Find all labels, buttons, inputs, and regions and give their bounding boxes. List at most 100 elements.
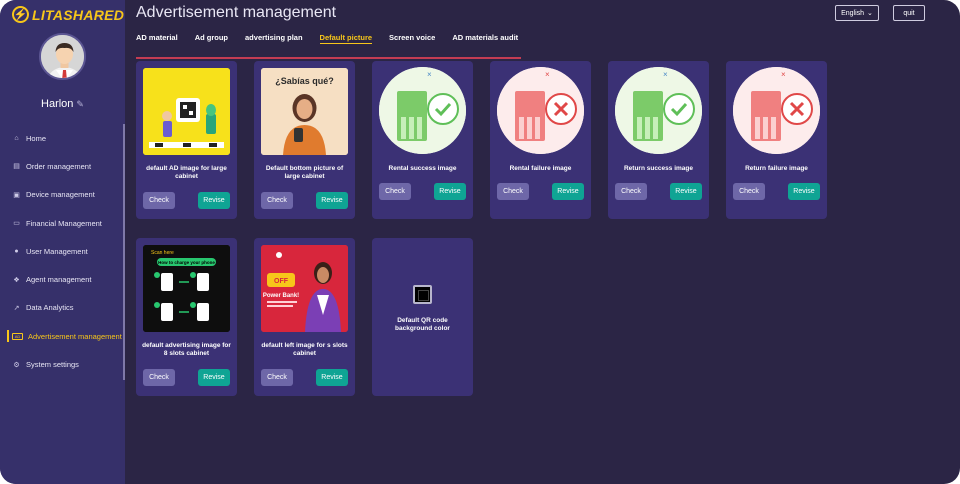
avatar[interactable] (39, 33, 86, 80)
revise-button[interactable]: Revise (316, 192, 348, 209)
check-button[interactable]: Check (261, 192, 293, 209)
card-label: default AD image for large cabinet (146, 165, 227, 180)
sidebar-item-label: Financial Management (26, 218, 102, 228)
power-bank-promo-icon: OFF Power Bank! (261, 245, 348, 332)
user-avatar-icon (41, 35, 84, 78)
charging-guide-icon: Scan here How to charge your phone (143, 245, 230, 332)
agent-icon: ❖ (13, 276, 20, 284)
language-select[interactable]: English ⌄ (835, 5, 879, 21)
device-icon: ▣ (13, 191, 20, 199)
sidebar-item-label: Advertisement management (28, 331, 122, 341)
tab-ad-group[interactable]: Ad group (195, 32, 228, 52)
tab-advertising-plan[interactable]: advertising plan (245, 32, 303, 52)
check-button[interactable]: Check (497, 183, 529, 200)
svg-text:·: · (452, 76, 454, 83)
chevron-down-icon: ⌄ (867, 10, 873, 17)
sidebar-item-label: Data Analytics (26, 303, 74, 313)
return-success-thumbnail[interactable]: × (615, 67, 702, 154)
default-picture-card: Scan here How to charge your phone defau… (136, 238, 237, 396)
tab-bar: AD material Ad group advertising plan De… (136, 32, 535, 58)
check-button[interactable]: Check (143, 369, 175, 386)
revise-button[interactable]: Revise (434, 183, 466, 200)
success-check-icon: × (615, 67, 702, 154)
sidebar-item-system-settings[interactable]: ⚙ System settings (0, 350, 125, 378)
success-check-icon: ×· (379, 67, 466, 154)
gear-icon: ⚙ (13, 361, 20, 369)
sidebar-item-order-management[interactable]: ▤ Order management (0, 152, 125, 180)
how-to-charge-text: How to charge your phone (158, 260, 215, 265)
language-label: English (841, 9, 865, 17)
check-button[interactable]: Check (143, 192, 175, 209)
quit-button[interactable]: quit (893, 5, 925, 21)
check-button[interactable]: Check (615, 183, 647, 200)
username: Harlon ✎ (0, 98, 125, 110)
revise-button[interactable]: Revise (552, 183, 584, 200)
card-label: Default bottom picture of large cabinet (265, 165, 344, 180)
revise-button[interactable]: Revise (198, 192, 230, 209)
svg-text:OFF: OFF (274, 278, 289, 285)
logo: ⚡ LITASHARED (12, 6, 124, 23)
finance-icon: ▭ (13, 220, 20, 228)
revise-button[interactable]: Revise (788, 183, 820, 200)
tab-ad-material[interactable]: AD material (136, 32, 178, 52)
card-label: Rental failure image (509, 165, 572, 172)
sidebar-item-agent-management[interactable]: ❖ Agent management (0, 265, 125, 293)
sidebar-item-device-management[interactable]: ▣ Device management (0, 181, 125, 209)
sidebar-item-label: Agent management (26, 275, 92, 285)
default-picture-card: × Rental failure image Check Revise (490, 61, 591, 219)
tab-ad-materials-audit[interactable]: AD materials audit (452, 32, 518, 52)
return-failure-thumbnail[interactable]: × (733, 67, 820, 154)
tab-default-picture[interactable]: Default picture (319, 32, 372, 52)
sidebar-item-label: Device management (26, 190, 95, 200)
revise-button[interactable]: Revise (198, 369, 230, 386)
chart-icon: ↗ (13, 304, 20, 312)
rental-success-thumbnail[interactable]: × · (379, 67, 466, 154)
username-text: Harlon (41, 98, 74, 110)
app-window: ⚡ LITASHARED Harlon ✎ ⌂ Home ▤ Order man… (0, 0, 960, 484)
logo-text: LITASHARED (32, 6, 125, 23)
sidebar-item-home[interactable]: ⌂ Home (0, 124, 125, 152)
default-picture-card: OFF Power Bank! default left image for s… (254, 238, 355, 396)
check-button[interactable]: Check (379, 183, 411, 200)
sidebar-menu: ⌂ Home ▤ Order management ▣ Device manag… (0, 124, 125, 379)
qr-color-swatch[interactable] (413, 285, 432, 304)
ad-image-thumbnail[interactable]: Scan here How to charge your phone (143, 245, 230, 332)
order-icon: ▤ (13, 163, 20, 171)
ad-image-thumbnail[interactable]: OFF Power Bank! (261, 245, 348, 332)
ad-image-thumbnail[interactable]: ¿Sabías qué? (261, 68, 348, 155)
rental-failure-thumbnail[interactable]: × (497, 67, 584, 154)
sidebar: ⚡ LITASHARED Harlon ✎ ⌂ Home ▤ Order man… (0, 0, 125, 484)
sidebar-item-label: User Management (26, 246, 88, 256)
default-picture-card: × · Rental success image Check Revise (372, 61, 473, 219)
ad-image-thumbnail[interactable] (143, 68, 230, 155)
sidebar-scrollbar[interactable] (123, 124, 125, 380)
power-bank-text: Power Bank! (263, 293, 299, 299)
default-picture-card: default AD image for large cabinet Check… (136, 61, 237, 219)
card-label: Default QR code background color (395, 317, 450, 332)
scan-here-text: Scan here (151, 250, 174, 256)
ad-icon: AD (12, 332, 23, 340)
default-picture-card: ¿Sabías qué? Default bottom picture of l… (254, 61, 355, 219)
card-label: default left image for s slots cabinet (261, 342, 348, 357)
edit-icon[interactable]: ✎ (76, 99, 84, 109)
svg-text:×: × (545, 70, 550, 79)
default-picture-card: × Return success image Check Revise (608, 61, 709, 219)
sidebar-item-label: Order management (26, 161, 92, 171)
check-button[interactable]: Check (261, 369, 293, 386)
revise-button[interactable]: Revise (316, 369, 348, 386)
revise-button[interactable]: Revise (670, 183, 702, 200)
sidebar-item-user-management[interactable]: ● User Management (0, 237, 125, 265)
bolt-icon: ⚡ (12, 6, 29, 23)
check-button[interactable]: Check (733, 183, 765, 200)
home-icon: ⌂ (14, 134, 19, 142)
sabias-text: ¿Sabías qué? (275, 76, 334, 86)
svg-text:×: × (427, 70, 432, 79)
sidebar-item-data-analytics[interactable]: ↗ Data Analytics (0, 294, 125, 322)
tab-underline (136, 57, 521, 59)
tab-screen-voice[interactable]: Screen voice (389, 32, 435, 52)
svg-text:×: × (781, 70, 786, 79)
svg-text:×: × (663, 70, 668, 79)
card-label: Return failure image (745, 165, 808, 172)
sidebar-item-advertisement-management[interactable]: AD Advertisement management (0, 322, 125, 350)
sidebar-item-financial-management[interactable]: ▭ Financial Management (0, 209, 125, 237)
